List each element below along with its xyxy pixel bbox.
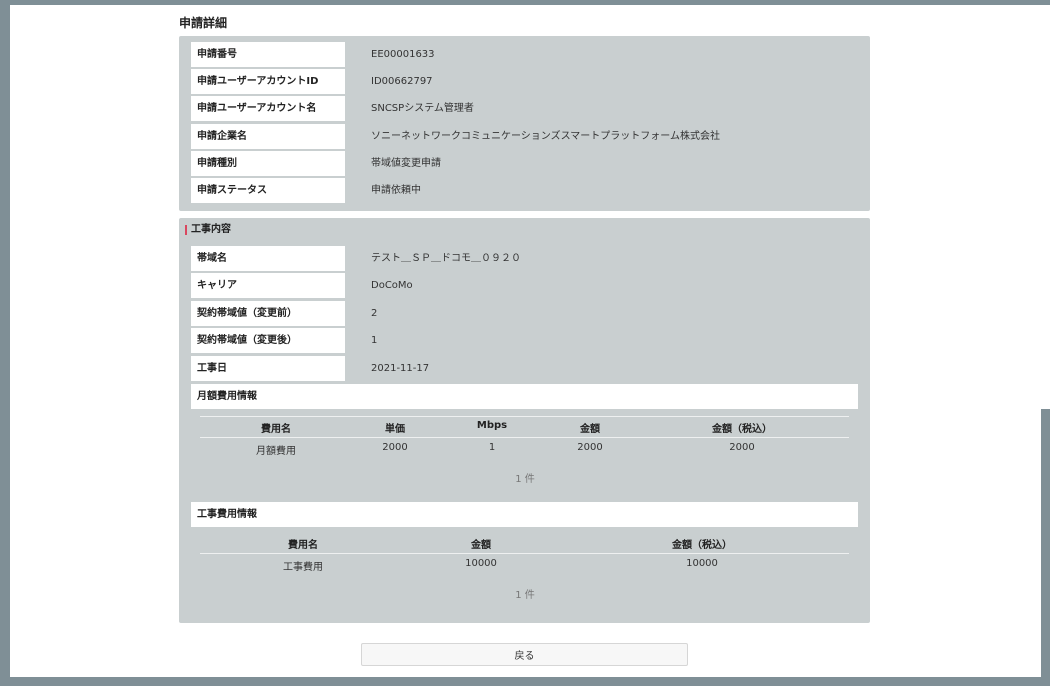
column-header: 金額（税込） [712,424,772,435]
field-value: 1 [371,335,378,346]
monthly-cost-heading: 月額費用情報 [191,384,858,409]
section-heading: 工事内容 [185,223,231,237]
table-divider [200,416,849,417]
table-cell: 2000 [577,442,603,453]
back-button[interactable]: 戻る [361,643,688,666]
field-label: 帯域名 [191,246,345,271]
table-cell: 1 [488,442,496,453]
table-cell: 工事費用 [283,562,323,573]
work-content-panel: 工事内容 帯域名 テスト＿ＳＰ＿ドコモ＿０９２０ キャリア DoCoMo 契約帯… [179,218,870,623]
section-title: 工事内容 [191,224,231,235]
table-cell: 10000 [686,558,718,569]
application-info-panel: 申請番号 EE00001633 申請ユーザーアカウントID ID00662797… [179,36,870,211]
column-header: 金額（税込） [672,540,732,551]
column-header: 費用名 [288,540,318,551]
field-label: 申請ステータス [191,178,345,203]
column-header: 金額 [580,424,600,435]
field-value: 2021-11-17 [371,363,430,374]
table-divider [200,437,849,438]
construction-cost-heading: 工事費用情報 [191,502,858,527]
table-cell: 月額費用 [256,446,296,457]
field-value: SNCSPシステム管理者 [371,103,474,114]
table-cell: 2000 [729,442,755,453]
column-header: Mbps [476,420,508,431]
field-value: ID00662797 [371,76,433,87]
field-label: 申請番号 [191,42,345,67]
table-divider [200,553,849,554]
field-label: 契約帯域値（変更後） [191,328,345,353]
field-value: ソニーネットワークコミュニケーションズスマートプラットフォーム株式会社 [371,131,720,142]
field-label: 申請種別 [191,151,345,176]
field-value: EE00001633 [371,49,435,60]
result-count: 1 件 [515,474,535,485]
table-cell: 2000 [382,442,408,453]
page-title: 申請詳細 [179,16,228,30]
section-accent-bar [185,225,187,235]
column-header: 金額 [471,540,491,551]
scrollbar-area[interactable] [1041,5,1050,409]
field-value: テスト＿ＳＰ＿ドコモ＿０９２０ [371,253,521,264]
field-label: 申請ユーザーアカウント名 [191,96,345,121]
field-label: 工事日 [191,356,345,381]
result-count: 1 件 [515,590,535,601]
field-label: キャリア [191,273,345,298]
field-label: 申請企業名 [191,124,345,149]
field-value: 帯域値変更申請 [371,158,441,169]
table-cell: 10000 [465,558,497,569]
field-value: 申請依頼中 [371,185,421,196]
column-header: 費用名 [261,424,291,435]
column-header: 単価 [385,424,405,435]
field-value: DoCoMo [371,280,413,291]
field-value: 2 [371,308,378,319]
field-label: 契約帯域値（変更前） [191,301,345,326]
field-label: 申請ユーザーアカウントID [191,69,345,94]
